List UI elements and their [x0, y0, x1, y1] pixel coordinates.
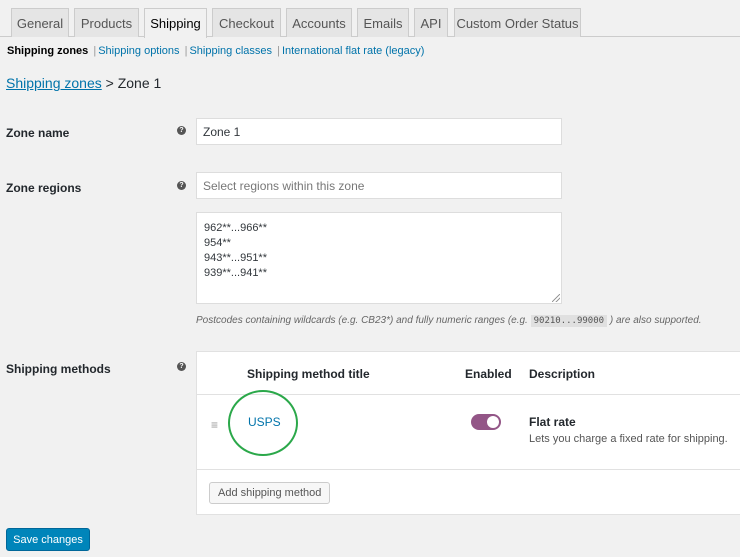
resize-handle[interactable] — [552, 294, 560, 302]
tab-checkout[interactable]: Checkout — [212, 8, 281, 37]
tab-shipping[interactable]: Shipping — [144, 8, 207, 38]
zone-regions-label: Zone regions — [6, 181, 82, 195]
row-divider — [197, 469, 740, 470]
postcodes-hint: Postcodes containing wildcards (e.g. CB2… — [196, 315, 702, 327]
subnav-shipping-classes[interactable]: Shipping classes — [189, 45, 272, 57]
method-description-text: Lets you charge a fixed rate for shippin… — [529, 433, 728, 445]
subnav-international-flat-rate[interactable]: International flat rate (legacy) — [282, 45, 424, 57]
zone-name-help-icon[interactable]: ? — [177, 126, 186, 135]
zone-name-input[interactable]: Zone 1 — [196, 118, 562, 145]
add-shipping-method-button[interactable]: Add shipping method — [209, 482, 331, 504]
column-header-description: Description — [529, 367, 596, 381]
tab-emails[interactable]: Emails — [357, 8, 409, 37]
zone-regions-select[interactable]: Select regions within this zone — [196, 172, 562, 199]
toggle-knob — [487, 416, 499, 428]
shipping-methods-label: Shipping methods — [6, 362, 111, 376]
method-description-title: Flat rate — [529, 415, 576, 429]
postcodes-textarea[interactable]: 962**...966** 954** 943**...951** 939**.… — [196, 212, 562, 304]
hint-example-range: 90210...99000 — [530, 315, 608, 327]
breadcrumb-separator: > — [105, 75, 114, 91]
postcode-line: 962**...966** — [204, 222, 267, 234]
tab-general[interactable]: General — [11, 8, 69, 37]
tab-accounts[interactable]: Accounts — [286, 8, 352, 37]
zone-name-label: Zone name — [6, 126, 70, 140]
postcode-line: 954** — [204, 237, 231, 249]
tab-custom-order-status[interactable]: Custom Order Status — [454, 8, 581, 37]
column-header-enabled: Enabled — [465, 367, 512, 381]
tab-api[interactable]: API — [414, 8, 448, 37]
shipping-subnav: Shipping zones | Shipping options | Shippi… — [7, 45, 425, 57]
save-changes-button[interactable]: Save changes — [6, 528, 90, 551]
subnav-shipping-zones: Shipping zones — [7, 45, 89, 57]
shipping-method-usps-link[interactable]: USPS — [248, 415, 281, 429]
postcode-line: 943**...951** — [204, 252, 267, 264]
zone-regions-help-icon[interactable]: ? — [177, 181, 186, 190]
shipping-methods-table: Shipping method title Enabled Descriptio… — [196, 351, 740, 515]
settings-tab-bar: General Products Shipping Checkout Accou… — [0, 0, 740, 38]
breadcrumb: Shipping zones > Zone 1 — [6, 75, 161, 91]
page-title: Zone 1 — [117, 75, 162, 91]
breadcrumb-shipping-zones-link[interactable]: Shipping zones — [6, 75, 102, 91]
tab-products[interactable]: Products — [74, 8, 139, 37]
enabled-toggle[interactable] — [471, 414, 501, 430]
drag-handle-icon[interactable]: ≡ — [211, 418, 218, 432]
subnav-shipping-options[interactable]: Shipping options — [98, 45, 179, 57]
shipping-methods-help-icon[interactable]: ? — [177, 362, 186, 371]
postcode-line: 939**...941** — [204, 267, 267, 279]
column-header-title: Shipping method title — [247, 367, 370, 381]
